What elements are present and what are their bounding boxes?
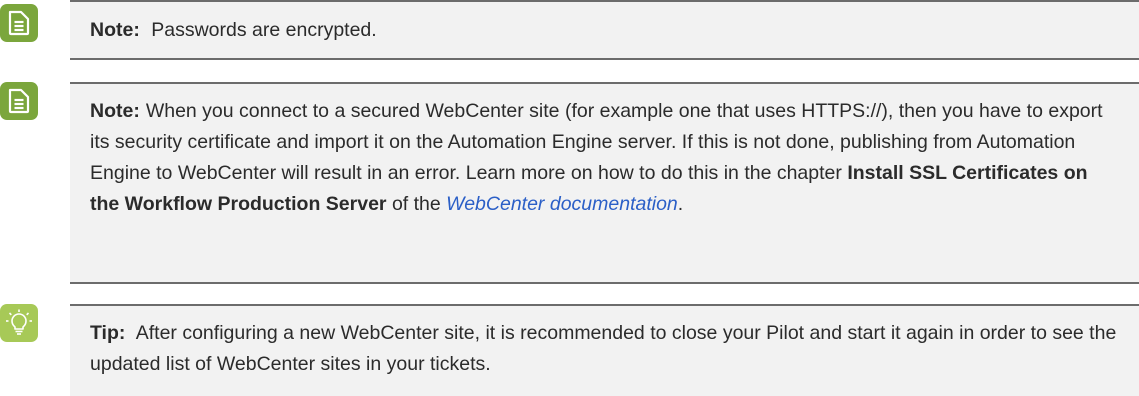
tip-label: Tip:	[90, 322, 126, 344]
tip-box: Tip: After configuring a new WebCenter s…	[70, 304, 1139, 396]
note-text: of the	[386, 193, 447, 215]
note-box: Note: Passwords are encrypted.	[70, 0, 1139, 60]
note-icon	[0, 82, 38, 120]
tip-text: After configuring a new WebCenter site, …	[90, 322, 1117, 375]
lightbulb-icon	[0, 304, 38, 342]
note-label: Note:	[90, 19, 140, 41]
note-text: Passwords are encrypted.	[151, 19, 377, 41]
note-box: Note: When you connect to a secured WebCe…	[70, 82, 1139, 284]
note-icon	[0, 4, 38, 42]
note-label: Note:	[90, 100, 140, 122]
webcenter-documentation-link[interactable]: WebCenter documentation	[446, 193, 678, 215]
note-text: .	[677, 193, 684, 215]
page: Note: Passwords are encrypted. Note: When…	[0, 0, 1139, 396]
